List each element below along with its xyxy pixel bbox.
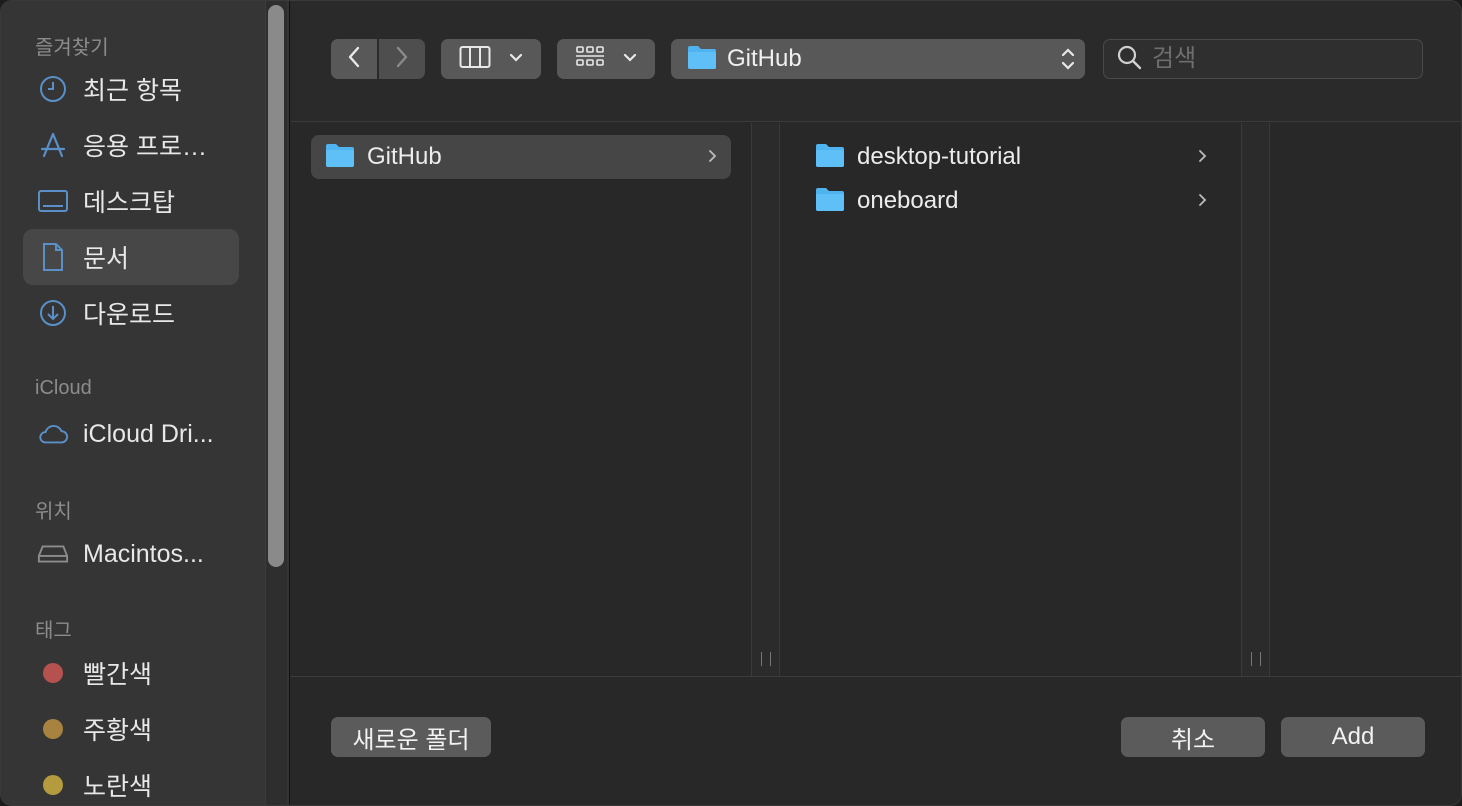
sidebar-heading-locations: 위치 (35, 501, 72, 523)
sidebar-item-applications[interactable]: 응용 프로… (23, 117, 239, 173)
folder-icon (815, 186, 845, 217)
list-item[interactable]: oneboard (801, 179, 1221, 223)
sidebar-heading-tags: 태그 (35, 620, 72, 642)
sidebar-scrollbar-thumb[interactable] (268, 5, 284, 567)
file-picker-window: 즐겨찾기 최근 항목 응용 프로… 데스크탑 문서 다운로드 iCloud iC… (0, 0, 1462, 806)
tag-color-dot (37, 657, 69, 689)
sidebar-heading-icloud: iCloud (35, 377, 92, 399)
column-resize-handle[interactable] (761, 652, 771, 666)
chevron-down-icon (623, 50, 637, 68)
sidebar-item-label: Macintos... (83, 539, 204, 568)
list-item[interactable]: GitHub (311, 135, 731, 179)
up-down-chevron-icon (1061, 45, 1075, 78)
item-label: GitHub (367, 143, 442, 170)
sidebar-item-downloads[interactable]: 다운로드 (23, 285, 239, 341)
tag-color-dot (37, 713, 69, 745)
chevron-down-icon (509, 50, 523, 68)
document-icon (37, 241, 69, 273)
folder-icon (325, 142, 355, 173)
cloud-icon (37, 418, 69, 450)
add-button[interactable]: Add (1281, 717, 1425, 757)
sidebar-item-label: 문서 (83, 245, 130, 273)
sidebar-item-label: 빨간색 (83, 661, 153, 689)
sidebar-heading-favorites: 즐겨찾기 (35, 37, 109, 59)
toolbar: GitHub (291, 1, 1461, 122)
column-resize-handle[interactable] (1251, 652, 1261, 666)
folder-icon (687, 44, 717, 75)
footer-bar: 새로운 폴더 취소 Add (291, 676, 1461, 805)
sidebar-item-label: 노란색 (83, 773, 153, 801)
desktop-icon (37, 185, 69, 217)
chevron-right-icon (1197, 189, 1209, 216)
sidebar-item-recents[interactable]: 최근 항목 (23, 61, 239, 117)
item-label: desktop-tutorial (857, 143, 1022, 170)
search-field[interactable] (1103, 39, 1423, 79)
list-item[interactable]: desktop-tutorial (801, 135, 1221, 179)
current-folder-popup[interactable]: GitHub (671, 39, 1085, 79)
column-divider[interactable] (1241, 123, 1270, 676)
search-input[interactable] (1152, 45, 1412, 73)
chevron-right-icon (1197, 145, 1209, 172)
new-folder-button[interactable]: 새로운 폴더 (331, 717, 491, 757)
sidebar-item-tag-red[interactable]: 빨간색 (23, 645, 239, 701)
sidebar-item-label: iCloud Dri... (83, 419, 214, 448)
applications-icon (37, 129, 69, 161)
back-button[interactable] (331, 39, 377, 79)
sidebar-item-label: 다운로드 (83, 301, 176, 329)
chevron-right-icon (707, 145, 719, 172)
column-browser: GitHub desktop-tutorial oneboard (291, 123, 1461, 676)
sidebar-item-label: 최근 항목 (83, 77, 182, 105)
sidebar-item-tag-orange[interactable]: 주황색 (23, 701, 239, 757)
folder-icon (815, 142, 845, 173)
chevron-right-icon (394, 45, 410, 74)
current-folder-label: GitHub (727, 45, 802, 72)
item-label: oneboard (857, 187, 959, 214)
column-view-icon (459, 45, 491, 74)
chevron-left-icon (346, 45, 362, 74)
clock-icon (37, 73, 69, 105)
column-divider[interactable] (751, 123, 780, 676)
view-mode-button[interactable] (441, 39, 541, 79)
forward-button[interactable] (379, 39, 425, 79)
sidebar-item-label: 주황색 (83, 717, 153, 745)
tag-color-dot (37, 769, 69, 801)
grid-icon (575, 45, 605, 74)
sidebar-item-label: 데스크탑 (83, 189, 176, 217)
hard-drive-icon (37, 538, 69, 570)
sidebar-item-macintosh-hd[interactable]: Macintos... (23, 526, 239, 582)
search-icon (1116, 44, 1142, 75)
sidebar-item-tag-yellow[interactable]: 노란색 (23, 757, 239, 805)
download-icon (37, 297, 69, 329)
sidebar: 즐겨찾기 최근 항목 응용 프로… 데스크탑 문서 다운로드 iCloud iC… (1, 1, 290, 805)
sidebar-item-documents[interactable]: 문서 (23, 229, 239, 285)
sidebar-item-desktop[interactable]: 데스크탑 (23, 173, 239, 229)
cancel-button[interactable]: 취소 (1121, 717, 1265, 757)
sidebar-item-icloud-drive[interactable]: iCloud Dri... (23, 406, 239, 462)
sidebar-item-label: 응용 프로… (83, 133, 207, 161)
group-button[interactable] (557, 39, 655, 79)
